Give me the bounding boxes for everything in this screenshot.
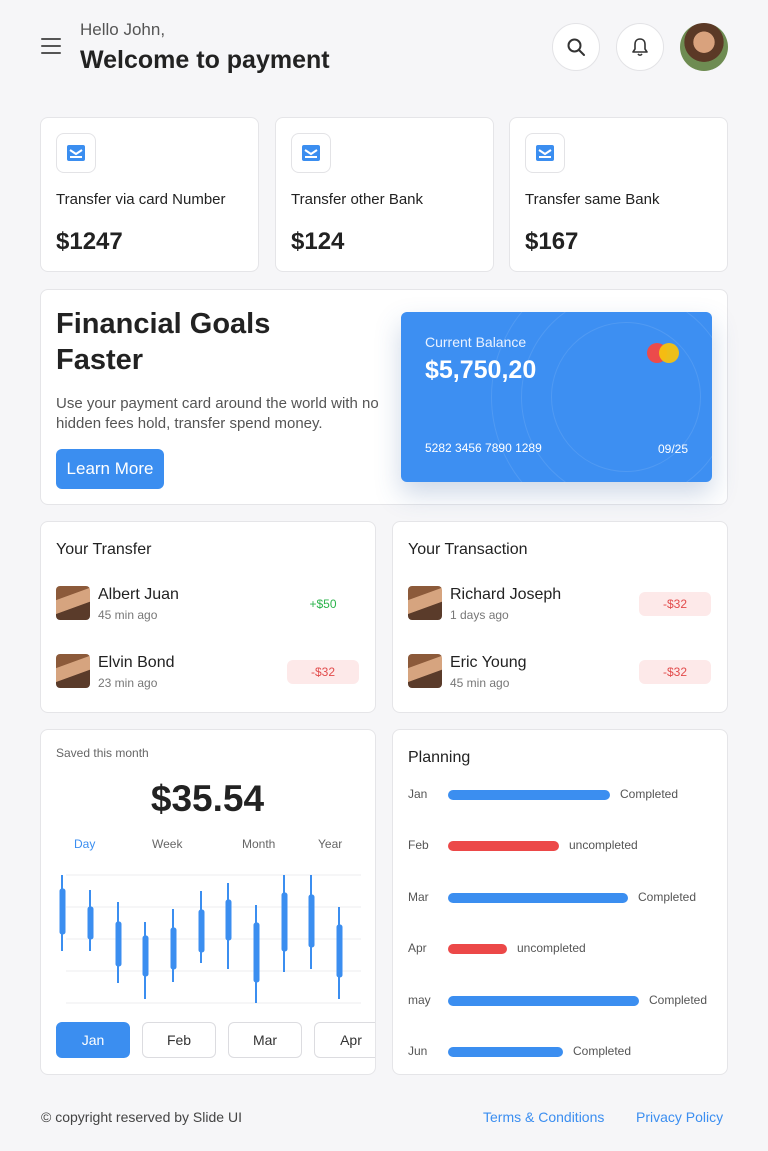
saved-label: Saved this month: [56, 746, 149, 760]
planning-month: may: [408, 993, 431, 1007]
planning-card: Planning Jan Completed Feb uncompleted Mar Co…: [392, 729, 728, 1075]
mastercard-icon: [647, 343, 681, 363]
person-name: Eric Young: [450, 654, 527, 671]
planning-month: Jun: [408, 1044, 428, 1058]
list-item[interactable]: Elvin Bond 23 min ago -$32: [56, 654, 359, 690]
transfer-card-number[interactable]: Transfer via card Number $1247: [40, 117, 259, 272]
balance-card[interactable]: Current Balance $5,750,20 5282 3456 7890…: [401, 312, 712, 482]
transfer-card-other-bank[interactable]: Transfer other Bank $124: [275, 117, 494, 272]
section-title: Your Transfer: [56, 541, 152, 558]
transfer-label: Transfer same Bank: [525, 191, 660, 208]
amount-badge: -$32: [287, 660, 359, 684]
planning-month: Mar: [408, 890, 429, 904]
transfer-amount: $167: [525, 228, 579, 255]
transfer-amount: $1247: [56, 228, 123, 255]
planning-row: Feb uncompleted: [408, 838, 718, 854]
transfer-card-same-bank[interactable]: Transfer same Bank $167: [509, 117, 728, 272]
avatar: [408, 654, 442, 688]
person-time: 23 min ago: [98, 676, 158, 690]
avatar: [56, 586, 90, 620]
terms-link[interactable]: Terms & Conditions: [483, 1109, 604, 1125]
card-expiry: 09/25: [657, 442, 688, 456]
planning-progress-bar: [448, 944, 507, 954]
month-mar-button[interactable]: Mar: [228, 1022, 302, 1058]
transfer-label: Transfer via card Number: [56, 191, 226, 208]
planning-month: Apr: [408, 941, 427, 955]
balance-amount: $5,750,20: [425, 356, 537, 384]
month-feb-button[interactable]: Feb: [142, 1022, 216, 1058]
amount-badge: +$50: [309, 597, 337, 611]
saved-card: Saved this month $35.54 Day Week Month Y…: [40, 729, 376, 1075]
transfer-amount: $124: [291, 228, 345, 255]
month-jan-button[interactable]: Jan: [56, 1022, 130, 1058]
list-item[interactable]: Albert Juan 45 min ago +$50: [56, 586, 356, 622]
person-name: Albert Juan: [98, 586, 179, 603]
menu-icon[interactable]: [41, 38, 61, 54]
inbox-icon: [291, 133, 331, 173]
planning-status: Completed: [638, 890, 697, 904]
planning-status: uncompleted: [517, 941, 586, 955]
amount-badge: -$32: [639, 592, 711, 616]
inbox-icon: [56, 133, 96, 173]
period-year[interactable]: Year: [318, 837, 342, 851]
planning-status: Completed: [620, 787, 679, 801]
candlestick-chart: [59, 874, 361, 1004]
copyright: © copyright reserved by Slide UI: [41, 1109, 242, 1125]
card-number: 5282 3456 7890 1289: [425, 441, 542, 455]
transfer-label: Transfer other Bank: [291, 191, 424, 208]
your-transfer-card: Your Transfer Albert Juan 45 min ago +$5…: [40, 521, 376, 713]
period-month[interactable]: Month: [242, 837, 275, 851]
amount-badge: -$32: [639, 660, 711, 684]
search-button[interactable]: [552, 23, 600, 71]
planning-title: Planning: [408, 749, 471, 766]
person-time: 45 min ago: [98, 608, 158, 622]
planning-row: Apr uncompleted: [408, 941, 718, 957]
planning-month: Jan: [408, 787, 428, 801]
period-day[interactable]: Day: [74, 837, 95, 851]
planning-status: uncompleted: [569, 838, 638, 852]
learn-more-button[interactable]: Learn More: [56, 449, 164, 489]
list-item[interactable]: Eric Young 45 min ago -$32: [408, 654, 711, 690]
planning-row: Jan Completed: [408, 787, 718, 803]
avatar: [56, 654, 90, 688]
planning-progress-bar: [448, 1047, 563, 1057]
your-transaction-card: Your Transaction Richard Joseph 1 days a…: [392, 521, 728, 713]
list-item[interactable]: Richard Joseph 1 days ago -$32: [408, 586, 711, 622]
planning-progress-bar: [448, 893, 628, 903]
planning-progress-bar: [448, 996, 639, 1006]
avatar: [408, 586, 442, 620]
person-name: Richard Joseph: [450, 586, 562, 603]
privacy-link[interactable]: Privacy Policy: [636, 1109, 723, 1125]
person-name: Elvin Bond: [98, 654, 175, 671]
bell-icon: [632, 38, 648, 57]
search-icon: [567, 38, 585, 56]
inbox-icon: [525, 133, 565, 173]
greeting: Hello John,: [80, 20, 166, 39]
person-time: 1 days ago: [450, 608, 509, 622]
avatar[interactable]: [680, 23, 728, 71]
planning-progress-bar: [448, 790, 610, 800]
planning-row: Jun Completed: [408, 1044, 718, 1060]
planning-row: Mar Completed: [408, 890, 718, 906]
month-apr-button[interactable]: Apr: [314, 1022, 375, 1058]
planning-status: Completed: [649, 993, 708, 1007]
notifications-button[interactable]: [616, 23, 664, 71]
saved-amount: $35.54: [150, 778, 265, 819]
planning-status: Completed: [573, 1044, 632, 1058]
page-title: Welcome to payment: [80, 46, 330, 74]
balance-label: Current Balance: [425, 334, 527, 350]
section-title: Your Transaction: [408, 541, 528, 558]
person-time: 45 min ago: [450, 676, 510, 690]
planning-progress-bar: [448, 841, 559, 851]
promo-card: Financial Goals Faster Use your payment …: [40, 289, 728, 505]
period-week[interactable]: Week: [152, 837, 182, 851]
planning-month: Feb: [408, 838, 429, 852]
promo-title: Financial Goals Faster: [56, 308, 271, 376]
promo-text: Use your payment card around the world w…: [56, 395, 379, 432]
planning-row: may Completed: [408, 993, 718, 1009]
